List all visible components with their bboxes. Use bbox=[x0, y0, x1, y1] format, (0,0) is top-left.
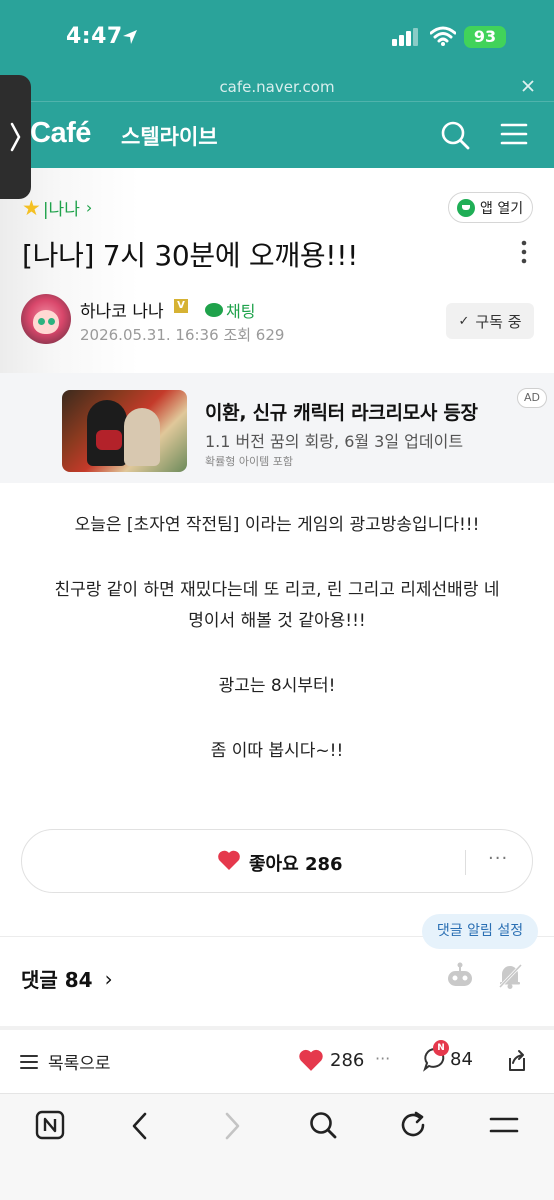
chat-bubble-icon bbox=[205, 303, 223, 317]
post-title: [나나] 7시 30분에 오깨용!!! bbox=[22, 239, 359, 272]
author-avatar[interactable] bbox=[21, 294, 71, 344]
subscribe-button[interactable]: ✓ 구독 중 bbox=[446, 303, 534, 339]
url-text: cafe.naver.com bbox=[219, 78, 335, 96]
chevron-right-icon bbox=[10, 122, 21, 152]
new-badge: N bbox=[433, 1040, 449, 1056]
like-button[interactable]: 좋아요 286 bbox=[217, 849, 343, 876]
subscribe-label: 구독 중 bbox=[475, 312, 522, 331]
back-arrow-icon[interactable] bbox=[128, 1111, 152, 1145]
close-icon[interactable] bbox=[520, 78, 536, 98]
board-name: |나나 bbox=[42, 200, 80, 220]
board-breadcrumb[interactable]: ★ |나나 › bbox=[22, 195, 93, 221]
divider bbox=[465, 850, 466, 875]
search-icon[interactable] bbox=[309, 1110, 337, 1144]
bell-off-icon[interactable] bbox=[496, 962, 524, 994]
more-vertical-icon[interactable] bbox=[520, 240, 528, 268]
body-paragraph: 좀 이따 봅시다~!! bbox=[210, 741, 344, 761]
ad-image[interactable] bbox=[62, 390, 187, 472]
location-arrow-icon bbox=[121, 28, 139, 50]
cafe-name[interactable]: 스텔라이브 bbox=[121, 121, 218, 151]
check-icon: ✓ bbox=[458, 313, 470, 329]
like-label: 좋아요 286 bbox=[249, 853, 343, 875]
hamburger-menu-icon[interactable] bbox=[500, 122, 528, 150]
back-to-list-button[interactable]: 목록으로 bbox=[20, 1049, 111, 1074]
back-to-list-label: 목록으로 bbox=[48, 1054, 111, 1074]
cafe-logo[interactable]: Café bbox=[30, 117, 91, 150]
body-paragraph: 명이서 해볼 것 같아용!!! bbox=[188, 611, 366, 631]
star-icon: ★ bbox=[22, 195, 41, 220]
app-open-label: 앱 열기 bbox=[480, 200, 524, 217]
side-panel-handle[interactable] bbox=[0, 75, 31, 199]
chat-label: 채팅 bbox=[226, 302, 256, 321]
ad-subtitle: 1.1 버전 꿈의 회랑, 6월 3일 업데이트 bbox=[205, 432, 464, 451]
naver-home-icon[interactable] bbox=[35, 1110, 65, 1144]
chevron-right-icon: › bbox=[85, 198, 93, 217]
post-body: 오늘은 [초자연 작전팀] 이라는 게임의 광고방송입니다!!! 친구랑 같이 … bbox=[0, 510, 554, 767]
app-open-button[interactable]: 앱 열기 bbox=[448, 192, 533, 223]
status-time: 4:47 bbox=[66, 24, 123, 49]
like-count: 286 bbox=[330, 1049, 365, 1071]
body-paragraph: 오늘은 [초자연 작전팀] 이라는 게임의 광고방송입니다!!! bbox=[74, 515, 480, 535]
battery-indicator: 93 bbox=[464, 26, 506, 48]
forward-arrow-icon[interactable] bbox=[220, 1111, 244, 1145]
heart-icon bbox=[299, 1049, 323, 1071]
reload-icon[interactable] bbox=[400, 1110, 428, 1144]
status-bar: 4:47 93 bbox=[0, 0, 554, 72]
post-meta: 2026.05.31. 16:36 조회 629 bbox=[80, 324, 284, 345]
chevron-right-icon: › bbox=[104, 966, 113, 991]
url-bar[interactable]: cafe.naver.com bbox=[0, 72, 554, 102]
comment-alarm-button[interactable]: 댓글 알림 설정 bbox=[422, 914, 538, 949]
like-bar: 좋아요 286 ··· bbox=[21, 829, 533, 893]
comment-bubble-icon: N bbox=[422, 1040, 449, 1072]
verified-badge: V bbox=[174, 299, 188, 313]
author-name[interactable]: 하나코 나나 bbox=[80, 297, 164, 322]
comments-header[interactable]: 댓글 84 › bbox=[21, 964, 113, 993]
browser-toolbar bbox=[0, 1094, 554, 1200]
comment-count: 84 bbox=[450, 1048, 473, 1070]
cellular-signal-icon bbox=[392, 28, 420, 50]
post-views: 조회 629 bbox=[223, 326, 285, 344]
share-icon[interactable] bbox=[504, 1048, 530, 1078]
bot-icon[interactable] bbox=[444, 962, 476, 994]
body-paragraph: 친구랑 같이 하면 재밌다는데 또 리코, 린 그리고 리제선배랑 네 bbox=[54, 580, 500, 600]
list-icon bbox=[20, 1054, 38, 1069]
more-options-button[interactable]: ··· bbox=[375, 1049, 390, 1068]
ad-badge[interactable]: AD bbox=[517, 388, 547, 408]
comments-title: 댓글 84 bbox=[21, 968, 93, 992]
ad-title[interactable]: 이환, 신규 캐릭터 라크리모사 등장 bbox=[205, 398, 478, 425]
like-count-button[interactable]: 286 bbox=[298, 1048, 364, 1072]
post-date: 2026.05.31. 16:36 bbox=[80, 326, 219, 344]
body-paragraph: 광고는 8시부터! bbox=[218, 676, 336, 696]
search-icon[interactable] bbox=[440, 120, 470, 154]
cafe-cup-icon bbox=[457, 198, 475, 217]
ad-note: 확률형 아이템 포함 bbox=[205, 455, 293, 468]
heart-icon bbox=[217, 849, 241, 876]
chat-button[interactable]: 채팅 bbox=[205, 298, 255, 322]
browser-menu-icon[interactable] bbox=[489, 1113, 519, 1141]
wifi-icon bbox=[429, 26, 457, 50]
more-options-button[interactable]: ··· bbox=[488, 848, 508, 869]
comment-count-button[interactable]: N 84 bbox=[422, 1040, 473, 1072]
